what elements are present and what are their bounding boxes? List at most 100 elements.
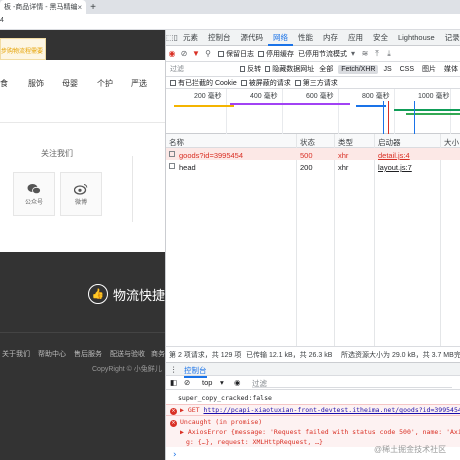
tab-sources[interactable]: 源代码: [235, 30, 268, 46]
row-checkbox[interactable]: [169, 163, 175, 169]
download-icon[interactable]: ⤓: [383, 49, 395, 59]
disable-cache-label: 停用缓存: [266, 50, 294, 58]
footer-link[interactable]: 关于我们: [2, 349, 30, 359]
tab-lighthouse[interactable]: Lighthouse: [393, 30, 440, 46]
browser-tab[interactable]: 板 - 商品详情 - 黑马精编 ×: [0, 0, 86, 14]
social-wechat[interactable]: 公众号: [13, 172, 55, 216]
third-party-label: 第三方请求: [302, 79, 338, 87]
more-icon[interactable]: ⋮: [170, 365, 178, 374]
social-weibo[interactable]: 微博: [60, 172, 102, 216]
inspect-icon[interactable]: ⬚: [166, 33, 174, 42]
hide-data-urls-checkbox[interactable]: [265, 66, 271, 72]
console-error-uncaught[interactable]: × Uncaught (in promise) ▶ AxiosError {mes…: [166, 415, 460, 447]
footer-link[interactable]: 商务合作: [151, 349, 165, 359]
timeline-label: 1000 毫秒: [418, 93, 450, 100]
tab-prefix: 板 -: [4, 4, 16, 11]
address-bar[interactable]: 4: [0, 14, 460, 30]
chevron-down-icon[interactable]: ▾: [220, 378, 224, 387]
devtools-panel: ⬚ ▯ 元素 控制台 源代码 网络 性能 内存 应用 安全 Lighthouse…: [165, 30, 460, 460]
preserve-log-checkbox[interactable]: [218, 50, 224, 57]
nav-item[interactable]: 个护: [97, 78, 113, 89]
wifi-icon[interactable]: ≋: [359, 49, 371, 58]
footer-link[interactable]: 帮助中心: [38, 349, 66, 359]
divider: [132, 156, 133, 222]
console-toolbar: ◧ ⊘ top ▾ ◉ 过滤: [166, 376, 460, 390]
blocked-cookies-checkbox[interactable]: [170, 79, 176, 86]
filter-row: 过滤 反转 隐藏数据网址 全部 Fetch/XHR JS CSS 图片 媒体: [166, 62, 460, 77]
request-initiator[interactable]: detail.js:4: [378, 151, 410, 160]
tab-performance[interactable]: 性能: [293, 30, 318, 46]
dom-content-loaded-line: [383, 101, 384, 134]
nav-item[interactable]: 严选: [131, 78, 147, 89]
filter-input[interactable]: 过滤: [166, 64, 236, 74]
wechat-icon: [27, 183, 41, 194]
request-initiator[interactable]: layout.js:7: [378, 163, 412, 172]
network-toolbar: ◉ ⊘ ▼ ⚲ 保留日志 停用缓存 已停用节流模式 ▾ ≋ ⤒ ⤓: [166, 46, 460, 62]
tab-application[interactable]: 应用: [343, 30, 368, 46]
tab-network[interactable]: 网络: [267, 30, 293, 46]
col-size[interactable]: 大小: [444, 137, 459, 148]
nav-item[interactable]: 服饰: [28, 78, 44, 89]
new-tab-button[interactable]: +: [86, 2, 100, 13]
blocked-requests-label: 被屏蔽的请求: [248, 79, 291, 87]
context-select[interactable]: top: [202, 378, 212, 387]
social-label: 微博: [74, 199, 87, 206]
table-row[interactable]: head 200 xhr layout.js:7: [166, 160, 460, 172]
throttle-select[interactable]: 已停用节流模式: [298, 49, 347, 59]
nav-item[interactable]: 母婴: [62, 78, 78, 89]
console-error-get[interactable]: × ▶ GET http://pcapi-xiaotuxian-front-dev…: [166, 404, 460, 415]
type-js[interactable]: JS: [380, 65, 394, 74]
clear-icon[interactable]: ⊘: [178, 49, 190, 58]
footer-link[interactable]: 售后服务: [74, 349, 102, 359]
get-prefix: ▶ GET: [180, 406, 200, 414]
col-type[interactable]: 类型: [338, 137, 353, 148]
record-icon[interactable]: ◉: [166, 49, 178, 58]
type-fetch-xhr[interactable]: Fetch/XHR: [338, 64, 379, 74]
tab-elements[interactable]: 元素: [178, 30, 203, 46]
clear-console-icon[interactable]: ⊘: [184, 378, 190, 387]
timeline-bar: [174, 105, 234, 107]
network-timeline[interactable]: 200 毫秒 400 毫秒 600 毫秒 800 毫秒 1000 毫秒: [166, 89, 460, 134]
timeline-label: 800 毫秒: [362, 93, 390, 100]
watermark: @稀土掘金技术社区: [374, 445, 447, 454]
tab-memory[interactable]: 内存: [318, 30, 343, 46]
close-icon[interactable]: ×: [78, 3, 83, 12]
divider: [0, 122, 165, 123]
console-filter-input[interactable]: 过滤: [252, 378, 452, 388]
request-type: xhr: [338, 151, 349, 160]
sidebar-icon[interactable]: ◧: [170, 378, 177, 387]
blocked-requests-checkbox[interactable]: [240, 79, 247, 86]
type-media[interactable]: 媒体: [441, 63, 460, 75]
col-name[interactable]: 名称: [169, 137, 184, 148]
timeline-bar: [230, 103, 350, 105]
col-status[interactable]: 状态: [300, 137, 315, 148]
tab-console[interactable]: 控制台: [203, 30, 236, 46]
type-all[interactable]: 全部: [316, 63, 336, 75]
footer-banner-text: 物流快捷: [113, 287, 165, 303]
row-checkbox[interactable]: [169, 151, 175, 157]
invert-label: 反转: [247, 66, 262, 73]
hide-data-urls-label: 隐藏数据网址: [272, 66, 315, 73]
invert-checkbox[interactable]: [240, 66, 246, 72]
search-icon[interactable]: ⚲: [202, 49, 214, 58]
type-css[interactable]: CSS: [397, 65, 417, 74]
chevron-down-icon[interactable]: ▾: [347, 49, 359, 58]
table-row[interactable]: goods?id=3995454 500 xhr detail.js:4: [166, 148, 460, 160]
thumbs-up-icon: 👍: [88, 284, 108, 304]
request-count: 第 2 项请求，共 129 项: [169, 352, 242, 359]
axios-error-text[interactable]: ▶ AxiosError {message: 'Request failed w…: [166, 427, 460, 437]
upload-icon[interactable]: ⤒: [371, 49, 383, 59]
third-party-checkbox[interactable]: [294, 79, 301, 86]
nav-item[interactable]: 食: [0, 78, 8, 89]
disable-cache-checkbox[interactable]: [258, 50, 264, 57]
tab-recorder[interactable]: 记录器: [440, 30, 460, 46]
footer-link[interactable]: 配送与验收: [110, 349, 145, 359]
tab-security[interactable]: 安全: [368, 30, 393, 46]
request-url-link[interactable]: http://pcapi-xiaotuxian-front-devtest.it…: [204, 406, 460, 414]
col-initiator[interactable]: 启动器: [378, 137, 401, 148]
type-img[interactable]: 图片: [419, 63, 439, 75]
eye-icon[interactable]: ◉: [234, 378, 241, 387]
filter-icon[interactable]: ▼: [190, 49, 202, 58]
resource-size: 所选资源大小为 29.0 kB，共 3.7 MB: [341, 352, 454, 359]
weibo-icon: [74, 183, 88, 195]
